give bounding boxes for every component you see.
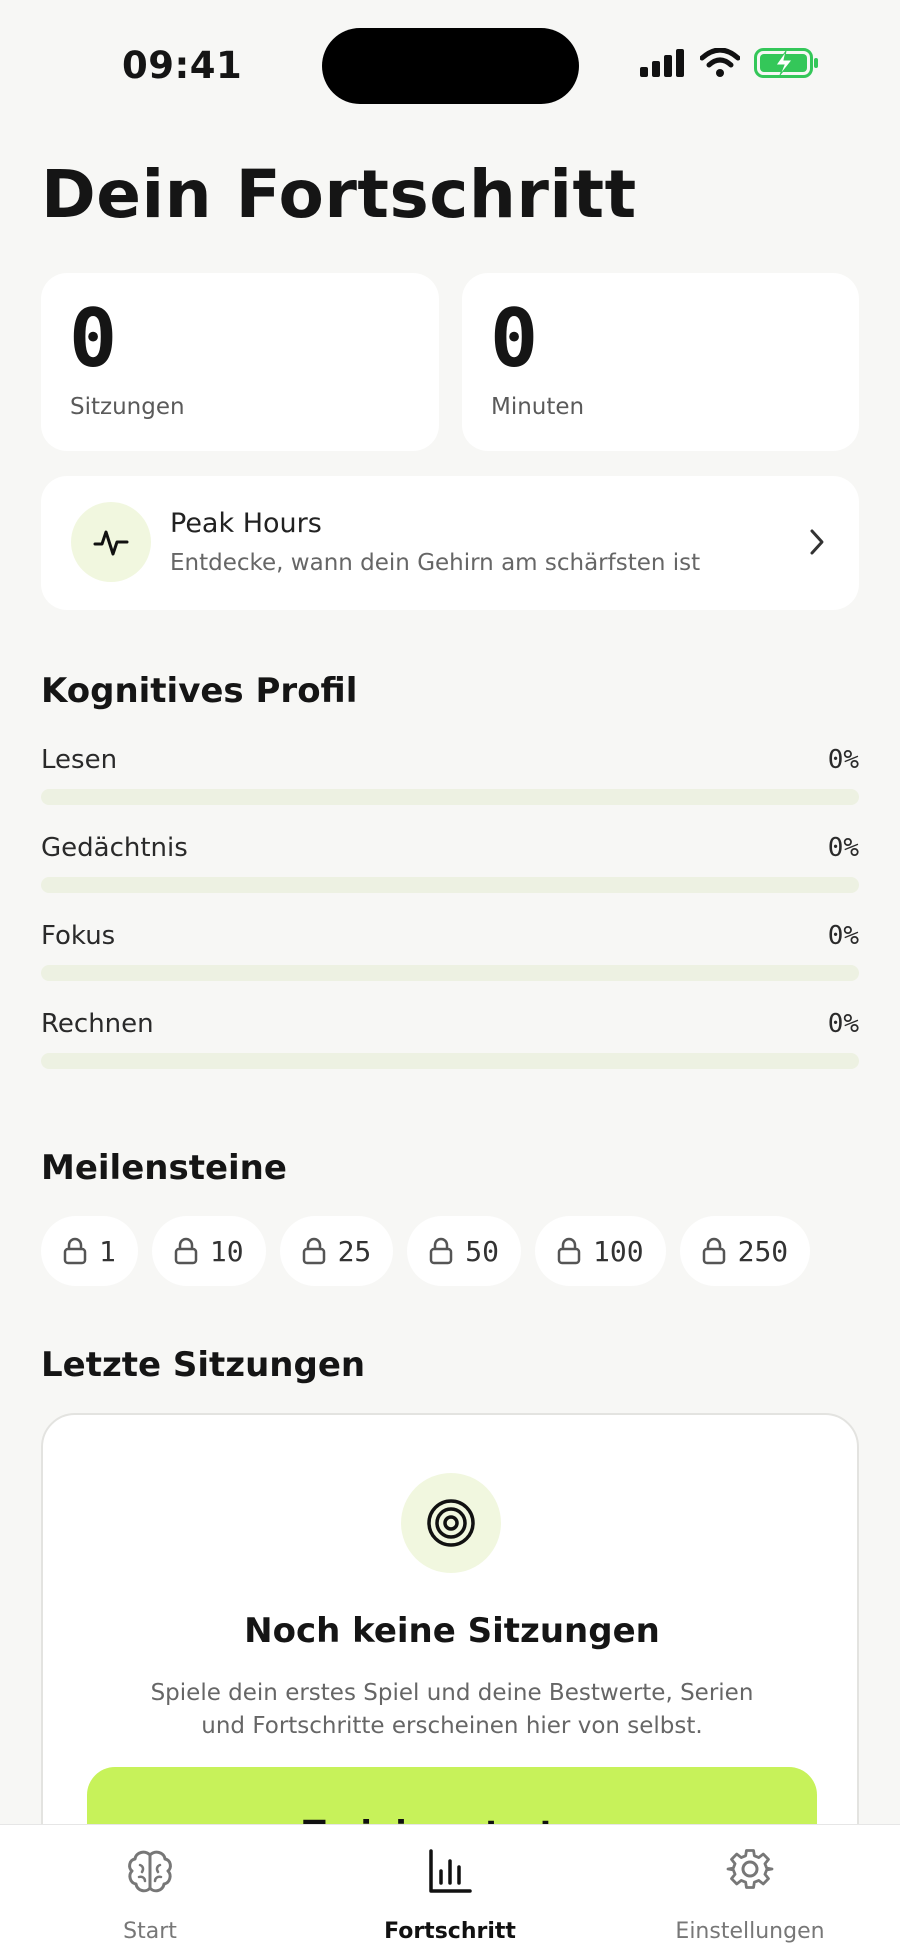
- peak-hours-title: Peak Hours: [170, 508, 322, 539]
- milestones-list: 1 10 25 50 100 250: [41, 1216, 811, 1286]
- skill-progress-track: [41, 877, 859, 893]
- milestone-chip[interactable]: 10: [151, 1216, 266, 1286]
- tab-label: Fortschritt: [384, 1919, 516, 1944]
- milestone-value: 50: [465, 1234, 500, 1268]
- wifi-icon: [700, 48, 740, 77]
- tab-settings[interactable]: Einstellungen: [600, 1825, 900, 1955]
- skill-row-memory: Gedächtnis 0%: [41, 833, 859, 913]
- skill-progress-track: [41, 1053, 859, 1069]
- empty-state-text: Spiele dein erstes Spiel und deine Bestw…: [150, 1680, 754, 1739]
- lock-icon: [63, 1237, 87, 1265]
- milestone-chip[interactable]: 25: [279, 1216, 394, 1286]
- tab-label: Einstellungen: [675, 1919, 825, 1944]
- page-title: Dein Fortschritt: [41, 156, 637, 233]
- milestone-chip[interactable]: 50: [407, 1216, 522, 1286]
- skill-row-focus: Fokus 0%: [41, 921, 859, 1001]
- lock-icon: [174, 1237, 198, 1265]
- skill-progress-track: [41, 789, 859, 805]
- empty-state-title: Noch keine Sitzungen: [244, 1611, 660, 1651]
- minutes-label: Minuten: [491, 394, 585, 420]
- target-icon: [427, 1499, 475, 1547]
- skill-row-reading: Lesen 0%: [41, 745, 859, 825]
- lock-icon: [430, 1237, 453, 1265]
- minutes-stat-card: 0 Minuten: [462, 273, 859, 451]
- brain-icon: [128, 1850, 172, 1893]
- peak-hours-card[interactable]: Peak Hours Entdecke, wann dein Gehirn am…: [41, 476, 859, 610]
- milestone-chip[interactable]: 1: [41, 1216, 138, 1286]
- tab-label: Start: [123, 1919, 177, 1944]
- tab-progress[interactable]: Fortschritt: [300, 1825, 600, 1955]
- status-icons: [640, 48, 820, 78]
- recent-sessions-title: Letzte Sitzungen: [41, 1345, 366, 1385]
- sessions-count: 0: [69, 292, 118, 385]
- milestone-value: 1: [99, 1234, 116, 1268]
- battery-charging-icon: [754, 48, 818, 78]
- sessions-label: Sitzungen: [70, 394, 185, 420]
- skill-name: Gedächtnis: [41, 833, 188, 863]
- lock-icon: [302, 1237, 325, 1265]
- target-icon-badge: [401, 1473, 501, 1573]
- milestone-value: 10: [209, 1234, 244, 1268]
- skill-percent: 0%: [827, 833, 859, 863]
- skill-row-math: Rechnen 0%: [41, 1009, 859, 1089]
- minutes-count: 0: [490, 292, 539, 385]
- milestone-value: 25: [337, 1234, 372, 1268]
- bar-chart-icon: [429, 1849, 472, 1893]
- tab-start[interactable]: Start: [0, 1825, 300, 1955]
- gear-icon: [726, 1849, 774, 1889]
- status-time: 09:41: [122, 44, 243, 87]
- status-bar: 09:41: [0, 0, 900, 120]
- pulse-icon: [93, 530, 129, 556]
- peak-hours-icon-badge: [71, 502, 151, 582]
- chevron-right-icon: [810, 529, 824, 555]
- peak-hours-subtitle: Entdecke, wann dein Gehirn am schärfsten…: [170, 550, 701, 576]
- skill-name: Lesen: [41, 745, 118, 775]
- skill-name: Fokus: [41, 921, 116, 951]
- skill-percent: 0%: [827, 1009, 859, 1039]
- skill-percent: 0%: [827, 921, 859, 951]
- lock-icon: [557, 1237, 581, 1265]
- sessions-stat-card: 0 Sitzungen: [41, 273, 439, 451]
- skill-name: Rechnen: [41, 1009, 154, 1039]
- progress-screen: 09:41 Dein Fortschritt 0 Sitzungen 0 Min…: [0, 0, 900, 1955]
- milestone-value: 100: [593, 1234, 644, 1268]
- tab-bar: Start Fortschritt Einstellungen: [0, 1824, 900, 1955]
- skill-percent: 0%: [827, 745, 859, 775]
- milestones-title: Meilensteine: [41, 1148, 287, 1188]
- dynamic-island: [322, 28, 579, 104]
- cognitive-profile-title: Kognitives Profil: [41, 671, 358, 711]
- milestone-value: 250: [737, 1234, 789, 1268]
- lock-icon: [702, 1237, 725, 1265]
- cellular-signal-icon: [640, 49, 684, 77]
- milestone-chip[interactable]: 250: [679, 1216, 811, 1286]
- milestone-chip[interactable]: 100: [535, 1216, 666, 1286]
- skill-progress-track: [41, 965, 859, 981]
